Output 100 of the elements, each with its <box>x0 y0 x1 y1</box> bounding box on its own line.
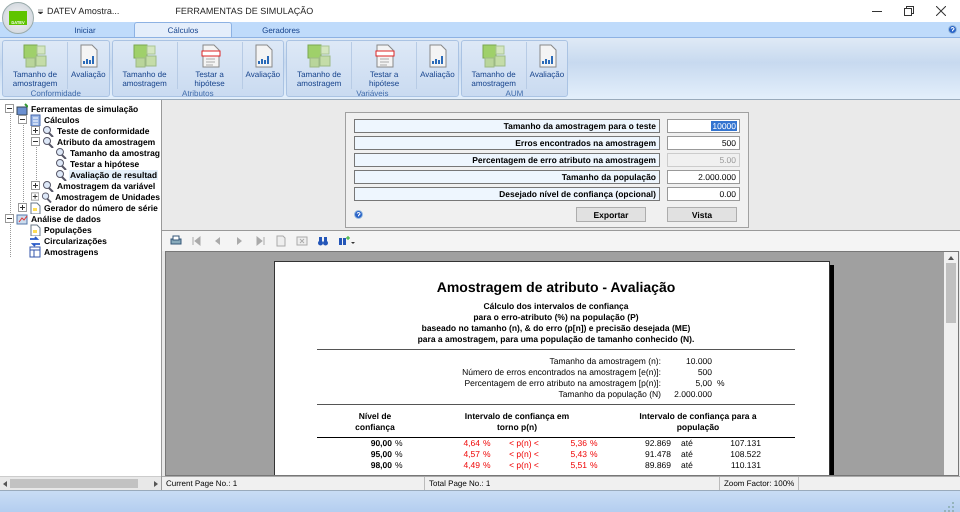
table-cell-text: 5,36 <box>569 438 587 449</box>
help-icon[interactable] <box>354 210 363 219</box>
ribbon-button[interactable]: Testar a hipótese <box>352 42 418 89</box>
tree-item[interactable]: Teste de conformidade <box>56 126 150 136</box>
table-cell-text: < p(n) < <box>508 460 540 471</box>
table-cell-text: 91.478 <box>644 449 671 460</box>
table-cell-text: 90,00 <box>370 438 392 449</box>
table-cell-text: 98,00 <box>370 460 392 471</box>
tree-item[interactable]: Gerador do número de série <box>43 202 159 212</box>
table-cell-text: < p(n) < <box>508 449 540 460</box>
ribbon-button[interactable]: Tamanho de amostragem <box>287 42 352 89</box>
table-cell-text: 108.522 <box>729 449 761 460</box>
ribbon-button[interactable]: Tamanho de amostragem <box>462 42 527 89</box>
ribbon-button[interactable]: Tamanho de amostragem <box>3 42 68 89</box>
column-header: Nível de confiança <box>354 411 396 433</box>
field-label: Erros encontrados na amostragem <box>354 136 660 150</box>
scroll-thumb[interactable] <box>10 479 138 488</box>
table-cell-text: % <box>589 460 599 471</box>
tree-item[interactable]: Análise de dados <box>30 214 102 224</box>
magnifier-icon <box>42 180 54 192</box>
table-cell-text: % <box>589 449 599 460</box>
help-icon[interactable] <box>948 25 957 34</box>
table-cell-text: % <box>482 460 492 471</box>
collapse-icon[interactable] <box>18 115 27 124</box>
report-subtitle: para o erro-atributo (%) na população (P) <box>472 312 640 323</box>
tree-item[interactable]: Tamanho da amostrag <box>68 148 161 158</box>
tree-item[interactable]: Cálculos <box>43 114 80 124</box>
tree-item[interactable]: Populações <box>43 224 93 234</box>
summary-value: 5,00 <box>694 378 712 389</box>
expand-icon[interactable] <box>31 181 40 190</box>
table-cell-text: 4,64 <box>462 438 480 449</box>
summary-value: 10.000 <box>685 356 712 367</box>
column-header: Intervalo de confiança para a população <box>638 411 758 433</box>
magnifier-icon <box>42 136 54 148</box>
tree-item[interactable]: Atributo da amostragem <box>56 136 156 146</box>
field-label: Tamanho da população <box>354 170 660 184</box>
export-button[interactable]: Exportar <box>576 207 646 222</box>
column-header: Intervalo de confiança em torno p(n) <box>464 411 570 433</box>
horizontal-scrollbar[interactable] <box>0 476 161 490</box>
scroll-thumb[interactable] <box>946 263 956 323</box>
printer-icon[interactable] <box>170 235 182 247</box>
ribbon-button[interactable]: Avaliação <box>68 42 109 89</box>
table-cell-text: até <box>680 460 694 471</box>
vertical-scrollbar[interactable] <box>944 252 958 475</box>
tree-item[interactable]: Testar a hipótese <box>69 158 140 168</box>
magnifier-icon <box>55 158 67 170</box>
summary-label: Número de erros encontrados na amostragem [e(n)]: <box>461 367 661 378</box>
input-field[interactable]: 2.000.000 <box>667 170 740 184</box>
table-icon <box>29 246 41 258</box>
field-label: Percentagem de erro atributo na amostragem <box>354 153 660 167</box>
first-page-icon <box>191 235 203 247</box>
scroll-up-icon[interactable] <box>947 255 955 261</box>
tree-item[interactable]: Ferramentas de simulação <box>30 104 140 114</box>
ribbon-button[interactable]: Testar a hipótese <box>178 42 243 89</box>
report-title: Amostragem de atributo - Avaliação <box>436 279 676 295</box>
scroll-left-icon[interactable] <box>2 480 8 488</box>
ribbon-tab[interactable]: Geradores <box>232 23 330 37</box>
zoom-options-icon[interactable] <box>338 235 355 247</box>
magnifier-icon <box>42 124 54 136</box>
quick-access-caret-icon[interactable] <box>38 8 43 14</box>
tree-item[interactable]: Avaliação de resultad <box>69 170 158 180</box>
table-cell-text: % <box>482 438 492 449</box>
tree-item[interactable]: Amostragem da variável <box>56 180 156 190</box>
report-subtitle: Cálculo dos intervalos de confiança <box>482 301 630 312</box>
table-cell-text: até <box>680 449 694 460</box>
restore-icon[interactable] <box>904 6 914 16</box>
table-cell-text: 92.869 <box>644 438 671 449</box>
tree-item[interactable]: Amostragens <box>43 246 100 256</box>
collapse-icon[interactable] <box>31 137 40 146</box>
table-cell-text: 89.869 <box>644 460 671 471</box>
collapse-icon[interactable] <box>5 214 14 223</box>
input-field[interactable]: 500 <box>667 136 740 150</box>
tree-item[interactable]: Amostragem de Unidades <box>54 192 161 202</box>
magnifier-icon <box>41 190 52 202</box>
binoculars-icon[interactable] <box>317 235 329 247</box>
group-label: Atributos <box>181 89 215 99</box>
table-cell-text: % <box>589 438 599 449</box>
input-field[interactable]: 10000 <box>667 119 740 133</box>
expand-icon[interactable] <box>31 126 40 135</box>
expand-icon[interactable] <box>18 203 27 212</box>
ribbon-tab[interactable]: Cálculos <box>134 22 232 37</box>
close-icon[interactable] <box>936 6 946 16</box>
squares-icon <box>480 43 507 69</box>
ribbon-tab[interactable]: Iniciar <box>36 23 134 37</box>
tree-item[interactable]: Circularizações <box>43 236 108 246</box>
scroll-right-icon[interactable] <box>153 480 159 488</box>
squares-icon <box>22 43 48 69</box>
ribbon-button[interactable]: Tamanho de amostragem <box>112 42 178 89</box>
group-label: Conformidade <box>30 89 82 99</box>
table-cell-text: 4,57 <box>462 449 480 460</box>
ribbon-button[interactable]: Avaliação <box>242 42 284 89</box>
view-button[interactable]: Vista <box>667 207 737 222</box>
ribbon-button[interactable]: Avaliação <box>417 42 458 89</box>
window-title: FERRAMENTAS DE SIMULAÇÃO <box>175 6 314 16</box>
table-cell-text: % <box>482 449 492 460</box>
input-field[interactable]: 0.00 <box>667 187 740 201</box>
last-page-icon <box>254 235 266 247</box>
ribbon-button[interactable]: Avaliação <box>526 42 568 89</box>
expand-icon[interactable] <box>31 192 40 201</box>
collapse-icon[interactable] <box>5 104 14 113</box>
